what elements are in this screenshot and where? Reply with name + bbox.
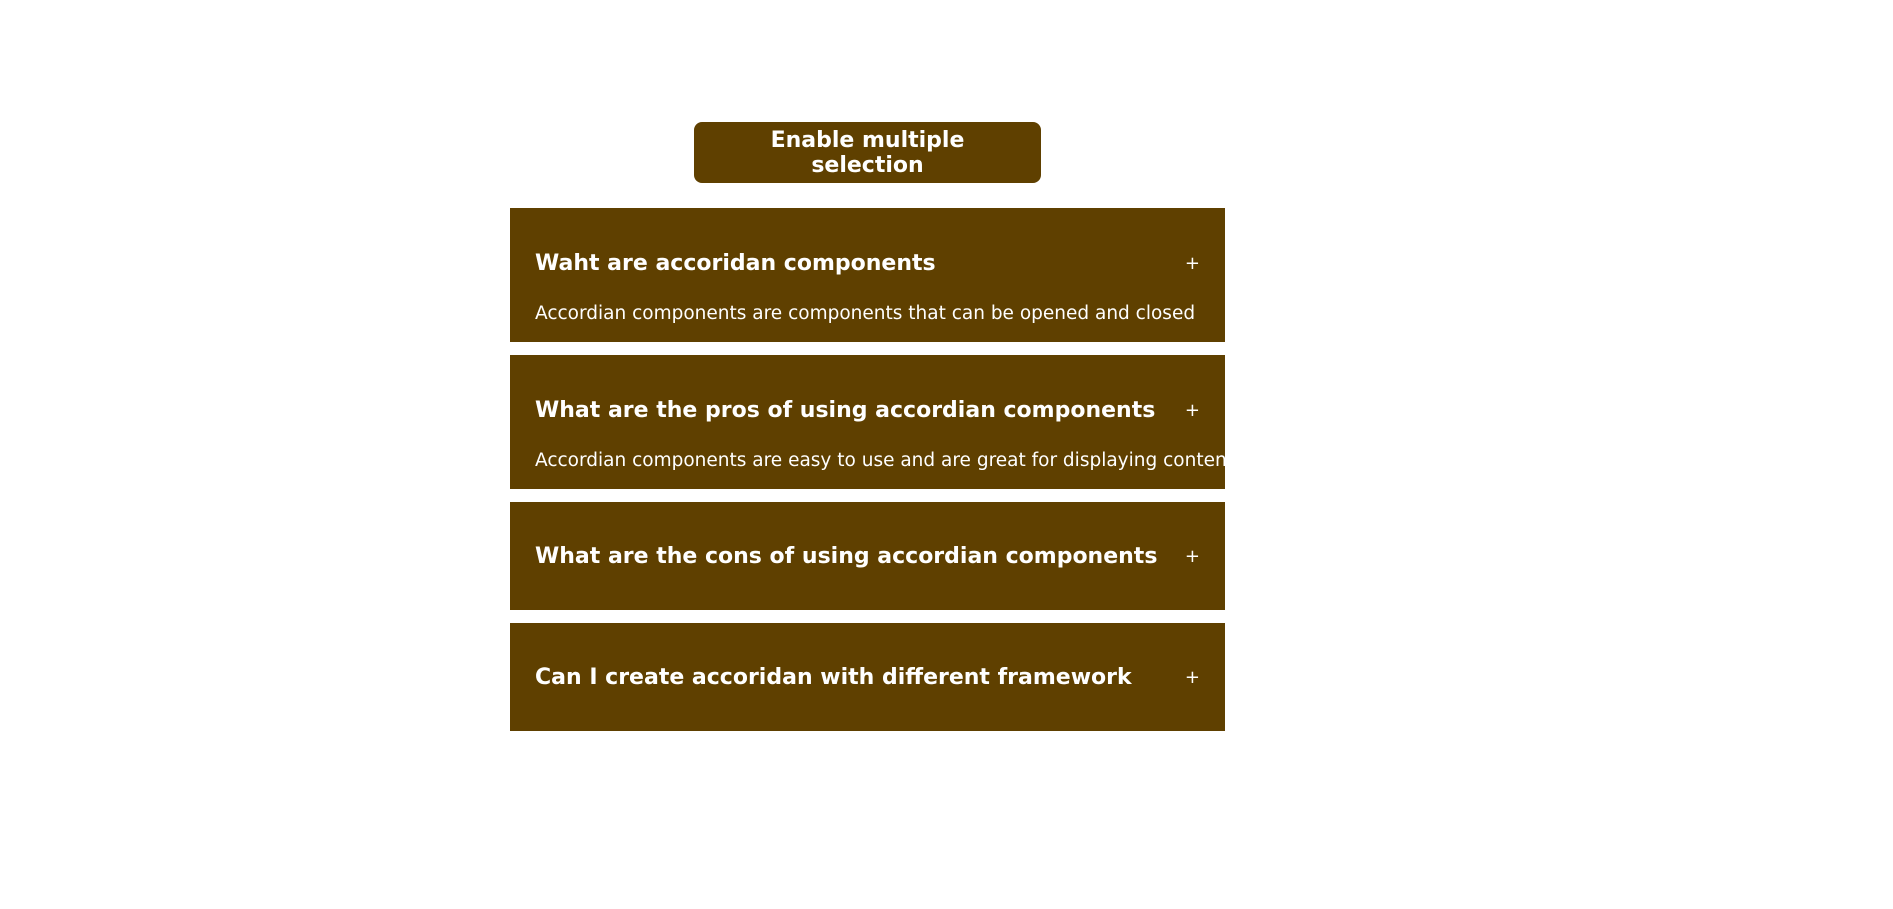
plus-icon[interactable]: +: [1185, 546, 1200, 567]
accordion-item-title: What are the pros of using accordian com…: [535, 397, 1156, 423]
accordion-item-header[interactable]: What are the cons of using accordian com…: [535, 502, 1200, 610]
plus-icon[interactable]: +: [1185, 667, 1200, 688]
accordion-wrapper: Enable multiple selection Waht are accor…: [510, 122, 1234, 731]
accordion-item: What are the pros of using accordian com…: [510, 355, 1234, 489]
accordion-item-content: Accordian components are easy to use and…: [535, 450, 1234, 471]
accordion-item-title: Can I create accoridan with different fr…: [535, 664, 1132, 690]
accordion: Waht are accoridan components + Accordia…: [510, 208, 1234, 731]
plus-icon[interactable]: +: [1185, 400, 1200, 421]
accordion-item: What are the cons of using accordian com…: [510, 502, 1225, 610]
page: Enable multiple selection Waht are accor…: [0, 0, 1893, 909]
accordion-item-title: What are the cons of using accordian com…: [535, 543, 1158, 569]
accordion-item-header[interactable]: Can I create accoridan with different fr…: [535, 623, 1200, 731]
enable-multiple-selection-button[interactable]: Enable multiple selection: [694, 122, 1041, 183]
plus-icon[interactable]: +: [1185, 253, 1200, 274]
accordion-item-title: Waht are accoridan components: [535, 250, 936, 276]
accordion-item: Waht are accoridan components + Accordia…: [510, 208, 1225, 342]
accordion-item-content: Accordian components are components that…: [535, 303, 1196, 324]
accordion-item: Can I create accoridan with different fr…: [510, 623, 1225, 731]
